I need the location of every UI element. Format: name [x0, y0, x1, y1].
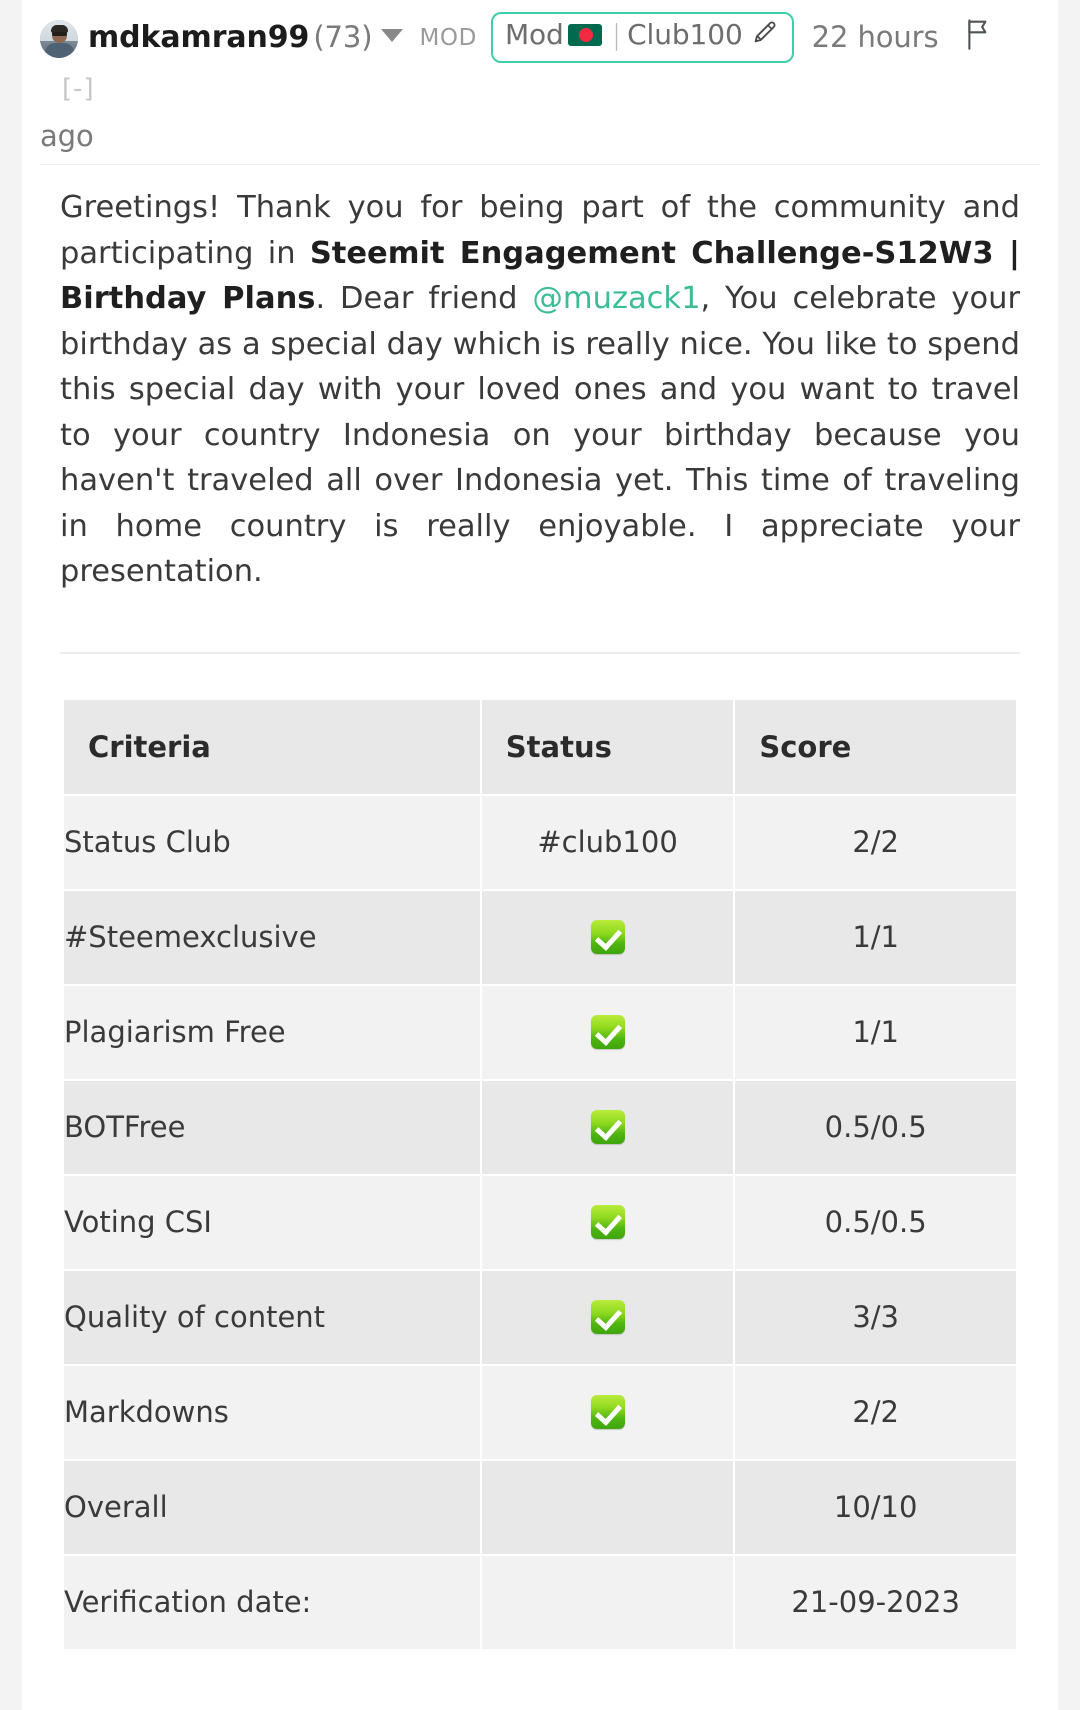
- badge-prefix-label: Mod: [504, 18, 564, 51]
- cell-criteria: Plagiarism Free: [64, 985, 480, 1079]
- cell-criteria: Verification date:: [64, 1555, 480, 1649]
- cell-criteria: Markdowns: [64, 1365, 480, 1459]
- cell-status[interactable]: #club100: [481, 795, 734, 889]
- timestamp-suffix: ago: [40, 119, 94, 153]
- table-row: Overall 10/10: [64, 1460, 1016, 1554]
- cell-status: [481, 985, 734, 1079]
- cell-status: [481, 1555, 734, 1649]
- table-row: Voting CSI 0.5/0.5: [64, 1175, 1016, 1269]
- green-check-icon: [590, 1204, 625, 1239]
- cell-criteria: Quality of content: [64, 1270, 480, 1364]
- column-header-score: Score: [735, 699, 1016, 794]
- table-row: BOTFree 0.5/0.5: [64, 1080, 1016, 1174]
- comment-header: mdkamran99 (73) MOD Mod | Club100 22 hours[-] …: [22, 0, 1058, 160]
- cell-criteria[interactable]: #Steemexclusive: [64, 890, 480, 984]
- green-check-icon: [590, 1109, 625, 1144]
- table-header-row: Criteria Status Score: [64, 699, 1016, 794]
- table-row: #Steemexclusive 1/1: [64, 890, 1016, 984]
- author-reputation: (73): [313, 20, 373, 54]
- cell-score: 0.5/0.5: [735, 1080, 1016, 1174]
- cell-status: [481, 1270, 734, 1364]
- score-table-wrapper: Criteria Status Score Status Club #club10…: [22, 654, 1058, 1651]
- table-row: Verification date: 21-09-2023: [64, 1555, 1016, 1649]
- cell-criteria: Voting CSI: [64, 1175, 480, 1269]
- cell-criteria: Status Club: [64, 795, 480, 889]
- body-part-3: , You celebrate your birthday as a speci…: [60, 281, 1020, 589]
- comment-body: Greetings! Thank you for being part of t…: [22, 165, 1058, 595]
- cell-score: 0.5/0.5: [735, 1175, 1016, 1269]
- cell-status: [481, 890, 734, 984]
- bangladesh-flag-icon: [567, 24, 602, 46]
- column-header-status: Status: [481, 699, 734, 794]
- author-name[interactable]: mdkamran99: [88, 20, 309, 55]
- comment-card: mdkamran99 (73) MOD Mod | Club100 22 hours[-] …: [22, 0, 1058, 1710]
- user-mention-link[interactable]: @muzack1: [532, 281, 700, 316]
- mod-label: MOD: [419, 25, 477, 51]
- column-header-criteria: Criteria: [64, 699, 480, 794]
- cell-score: 3/3: [735, 1270, 1016, 1364]
- cell-status: [481, 1460, 734, 1554]
- green-check-icon: [590, 919, 625, 954]
- table-row: Plagiarism Free 1/1: [64, 985, 1016, 1079]
- cell-score: 2/2: [735, 795, 1016, 889]
- avatar[interactable]: [40, 20, 78, 58]
- green-check-icon: [590, 1299, 625, 1334]
- table-row: Status Club #club100 2/2: [64, 795, 1016, 889]
- comment-timestamp[interactable]: 22 hours: [812, 20, 939, 54]
- table-row: Markdowns 2/2: [64, 1365, 1016, 1459]
- cell-status: [481, 1175, 734, 1269]
- badge-suffix-label: Club100: [627, 18, 743, 51]
- pencil-icon: [750, 17, 780, 57]
- collapse-toggle[interactable]: [-]: [62, 74, 95, 104]
- cell-criteria: BOTFree: [64, 1080, 480, 1174]
- chevron-down-icon[interactable]: [381, 29, 404, 42]
- green-check-icon: [590, 1394, 625, 1429]
- cell-score: 2/2: [735, 1365, 1016, 1459]
- table-body: Status Club #club100 2/2 #Steemexclusive 1/1…: [64, 795, 1016, 1649]
- cell-score: 1/1: [735, 985, 1016, 1079]
- green-check-icon: [590, 1014, 625, 1049]
- table-row: Quality of content 3/3: [64, 1270, 1016, 1364]
- verification-score-table: Criteria Status Score Status Club #club10…: [62, 698, 1018, 1651]
- cell-score: 1/1: [735, 890, 1016, 984]
- cell-status: [481, 1080, 734, 1174]
- screen: mdkamran99 (73) MOD Mod | Club100 22 hours[-] …: [0, 0, 1080, 1710]
- cell-score: 21-09-2023: [735, 1555, 1016, 1649]
- mod-club-badge[interactable]: Mod | Club100: [490, 12, 794, 63]
- cell-score: 10/10: [735, 1460, 1016, 1554]
- report-flag-icon[interactable]: [963, 17, 993, 64]
- cell-criteria: Overall: [64, 1460, 480, 1554]
- cell-status: [481, 1365, 734, 1459]
- body-part-2: . Dear friend: [315, 281, 533, 316]
- badge-separator: |: [611, 18, 622, 51]
